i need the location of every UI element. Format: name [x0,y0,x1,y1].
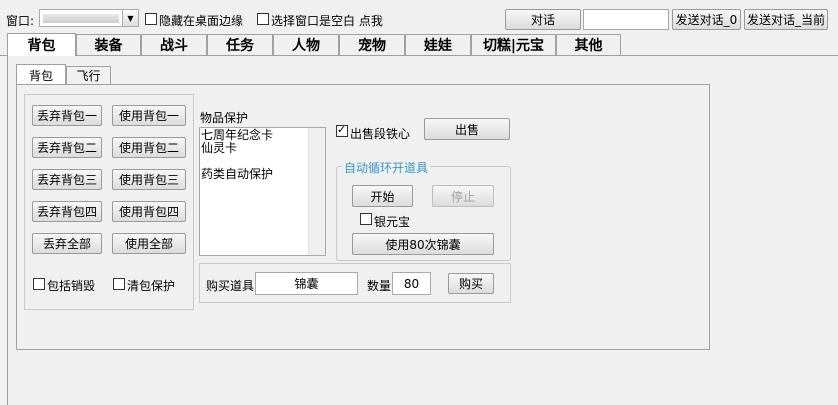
use-80-pouch-button[interactable]: 使用80次锦囊 [352,233,494,255]
tab-quest[interactable]: 任务 [207,34,273,55]
buy-item-input[interactable]: 锦囊 [255,272,358,295]
auto-loop-title: 自动循环开道具 [342,159,431,176]
tab-character[interactable]: 人物 [273,34,339,55]
window-select[interactable]: ▼ [39,9,139,27]
quantity-label: 数量 [367,279,392,293]
sell-iron-label: 出售段铁心 [350,127,411,141]
tab-pet[interactable]: 宠物 [339,34,405,55]
window-select-value [43,14,119,23]
blank-window-checkbox[interactable] [257,13,269,25]
hide-edge-label: 隐藏在桌面边缘 [159,14,244,28]
chevron-down-icon[interactable]: ▼ [122,10,138,26]
use-all-button[interactable]: 使用全部 [112,233,186,254]
silver-yuanbao-label: 银元宝 [374,215,411,229]
buy-item-label: 购买道具 [206,279,255,293]
include-destroy-checkbox[interactable] [33,278,45,290]
use-bag-2-button[interactable]: 使用背包二 [112,137,186,158]
sell-iron-checkbox[interactable] [336,123,348,137]
discard-bag-1-button[interactable]: 丢弃背包一 [32,105,102,126]
window-label: 窗口: [6,14,35,28]
protect-title: 物品保护 [200,111,249,125]
dialog-input[interactable] [583,9,669,30]
tab-other[interactable]: 其他 [556,34,621,55]
discard-bag-2-button[interactable]: 丢弃背包二 [32,137,102,158]
send-dialog-current-button[interactable]: 发送对话_当前 [744,9,828,30]
start-button[interactable]: 开始 [352,185,413,207]
hide-edge-checkbox[interactable] [145,13,157,25]
protect-list-scrollbar[interactable] [308,128,325,255]
quantity-input[interactable]: 80 [392,272,431,295]
silver-yuanbao-checkbox[interactable] [360,213,372,225]
send-dialog-0-button[interactable]: 发送对话_0 [672,9,741,30]
discard-bag-3-button[interactable]: 丢弃背包三 [32,169,102,190]
discard-all-button[interactable]: 丢弃全部 [32,233,102,254]
tab-battle[interactable]: 战斗 [141,34,207,55]
sell-button[interactable]: 出售 [424,118,510,140]
subtab-fly[interactable]: 飞行 [66,66,111,84]
clear-protect-checkbox[interactable] [113,278,125,290]
discard-bag-4-button[interactable]: 丢弃背包四 [32,201,102,222]
tab-equipment[interactable]: 装备 [76,34,141,55]
protect-list-items: 七周年纪念卡 仙灵卡 药类自动保护 [201,129,303,181]
tab-cake-yuanbao[interactable]: 切糕|元宝 [471,34,556,55]
tab-backpack[interactable]: 背包 [7,33,76,56]
include-destroy-label: 包括销毁 [47,279,96,293]
subtab-backpack[interactable]: 背包 [16,64,66,85]
use-bag-3-button[interactable]: 使用背包三 [112,169,186,190]
list-item[interactable]: 药类自动保护 [201,168,303,181]
protect-list[interactable]: 七周年纪念卡 仙灵卡 药类自动保护 [199,127,326,256]
dialog-button[interactable]: 对话 [505,9,581,30]
tab-doll[interactable]: 娃娃 [405,34,471,55]
list-item[interactable]: 仙灵卡 [201,142,303,155]
buy-button[interactable]: 购买 [448,273,494,294]
clear-protect-label: 清包保护 [127,279,176,293]
use-bag-4-button[interactable]: 使用背包四 [112,201,186,222]
use-bag-1-button[interactable]: 使用背包一 [112,105,186,126]
blank-window-label[interactable]: 选择窗口是空白 点我 [271,12,383,29]
stop-button[interactable]: 停止 [432,185,494,207]
